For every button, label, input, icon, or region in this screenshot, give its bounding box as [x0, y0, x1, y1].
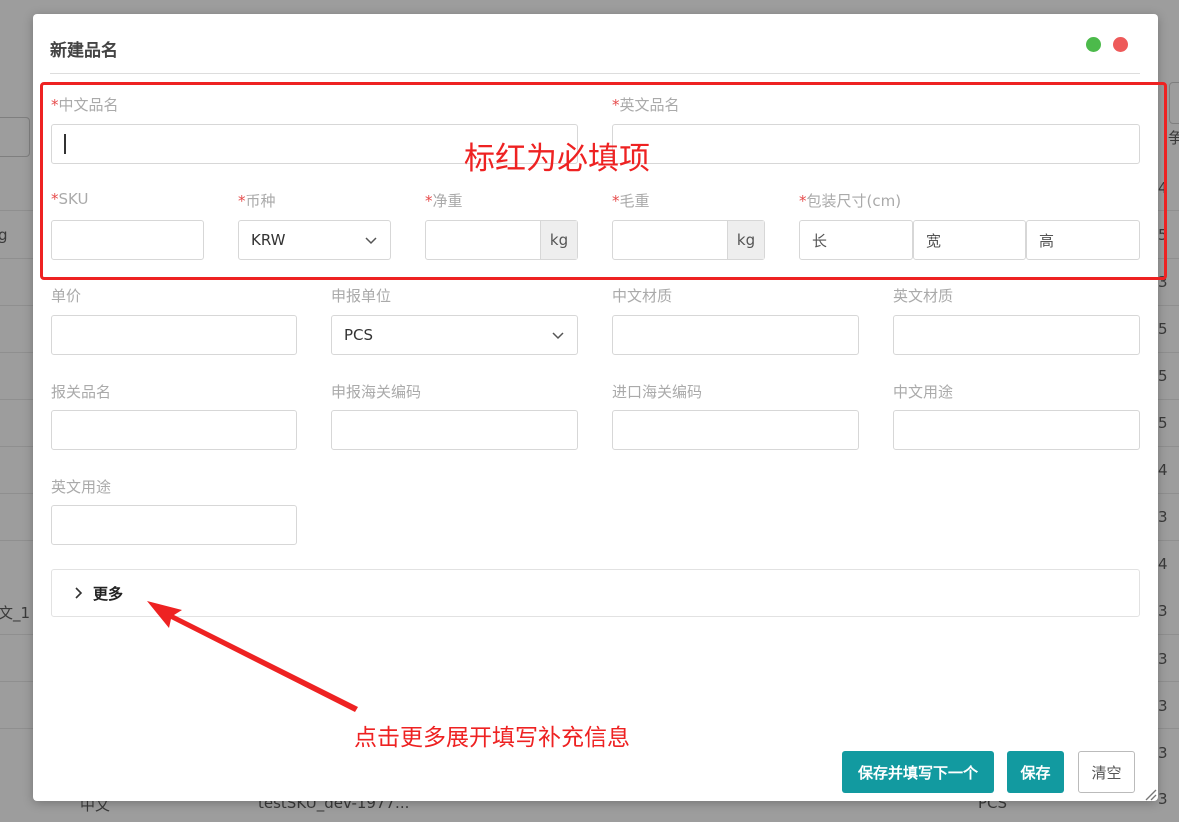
en-usage-input[interactable] [51, 505, 297, 545]
background-cell: g [0, 226, 8, 244]
en-material-label: 英文材质 [893, 287, 954, 305]
background-cell: 4 [1158, 461, 1168, 479]
arrow-annotation-icon [147, 601, 358, 712]
title-divider [50, 73, 1140, 74]
en-usage-label: 英文用途 [51, 478, 112, 496]
background-cell: 3 [1158, 697, 1168, 715]
more-annotation: 点击更多展开填写补充信息 [354, 725, 630, 751]
save-button[interactable]: 保存 [1007, 751, 1064, 793]
background-input [0, 117, 30, 157]
customs-name-input[interactable] [51, 410, 297, 450]
customs-name-label: 报关品名 [51, 383, 112, 401]
declare-unit-selected-value: PCS [344, 326, 374, 344]
chevron-right-icon [75, 587, 83, 599]
declare-hs-code-label: 申报海关编码 [331, 383, 422, 401]
background-cell: 文_1 [0, 604, 31, 622]
declare-hs-code-input[interactable] [331, 410, 578, 450]
unit-price-input[interactable] [51, 315, 297, 355]
import-hs-code-input[interactable] [612, 410, 859, 450]
background-button [1169, 82, 1179, 124]
chevron-down-icon [552, 332, 564, 340]
background-cell: 5 [1158, 414, 1168, 432]
save-and-next-button[interactable]: 保存并填写下一个 [842, 751, 994, 793]
cn-usage-label: 中文用途 [893, 383, 954, 401]
close-dot-button[interactable] [1113, 37, 1128, 52]
resize-grip-icon[interactable] [1143, 787, 1157, 801]
import-hs-code-label: 进口海关编码 [612, 383, 703, 401]
required-fields-highlight-frame [40, 82, 1167, 280]
background-cell: 5 [1158, 367, 1168, 385]
cn-material-label: 中文材质 [612, 287, 673, 305]
declare-unit-select[interactable]: PCS [331, 315, 578, 355]
cn-usage-input[interactable] [893, 410, 1140, 450]
dialog-title: 新建品名 [50, 41, 118, 61]
background-cell: 5 [1158, 320, 1168, 338]
background-cell: 3 [1158, 602, 1168, 620]
cn-material-input[interactable] [612, 315, 859, 355]
background-cell: 3 [1158, 744, 1168, 762]
background-cell: 争 [1168, 129, 1179, 147]
declare-unit-label: 申报单位 [331, 287, 392, 305]
required-fields-annotation: 标红为必填项 [464, 141, 650, 177]
background-cell: 3 [1158, 790, 1168, 808]
background-cell: 3 [1158, 508, 1168, 526]
maximize-dot-button[interactable] [1086, 37, 1101, 52]
more-label: 更多 [93, 585, 124, 603]
en-material-input[interactable] [893, 315, 1140, 355]
background-cell: 3 [1158, 650, 1168, 668]
clear-button[interactable]: 清空 [1078, 751, 1135, 793]
unit-price-label: 单价 [51, 287, 82, 305]
background-cell: 4 [1158, 555, 1168, 573]
